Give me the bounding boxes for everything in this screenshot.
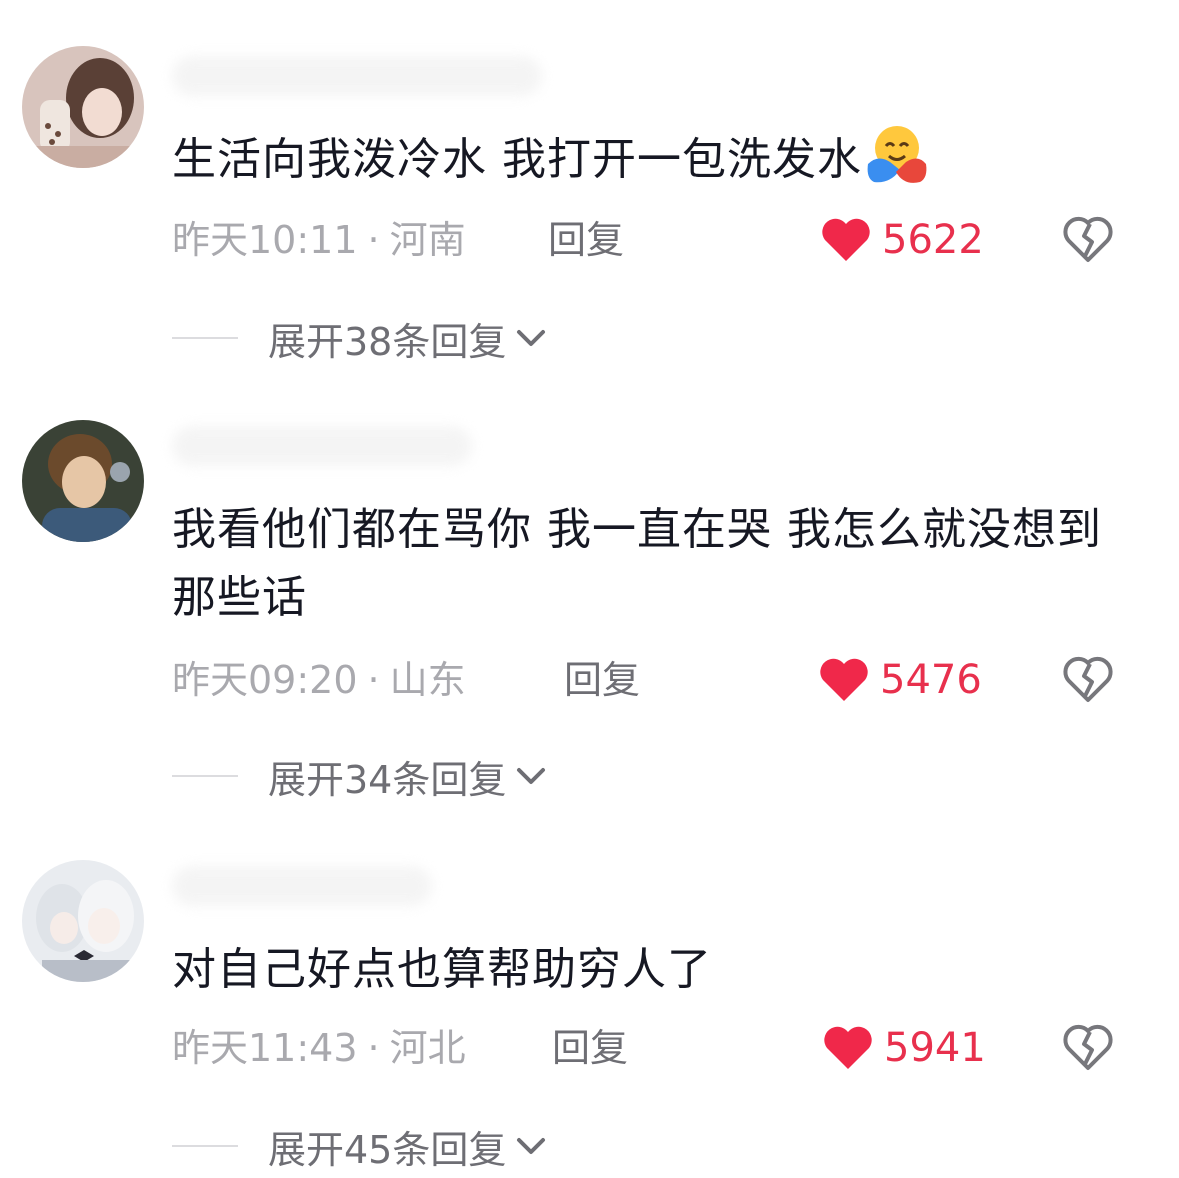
avatar[interactable] <box>22 46 144 168</box>
like-count: 5622 <box>882 217 984 263</box>
username[interactable] <box>172 426 472 466</box>
like-count: 5476 <box>880 657 982 703</box>
broken-heart-icon <box>1063 656 1113 702</box>
separator-dot: · <box>367 1026 380 1070</box>
separator-dot: · <box>367 218 380 262</box>
expand-replies[interactable]: 展开34条回复 <box>172 746 548 806</box>
comment-meta: 昨天11:43 · 河北 <box>172 1018 466 1078</box>
reply-button[interactable]: 回复 <box>564 650 640 710</box>
expand-replies-label: 展开45条回复 <box>268 1127 507 1172</box>
comment-text-content: 生活向我泼冷水 我打开一包洗发水 <box>172 134 862 185</box>
comment-location: 河北 <box>389 1026 466 1070</box>
expand-replies-label: 展开38条回复 <box>268 319 507 364</box>
hugging-face-emoji-icon <box>864 124 930 206</box>
comment-item: 对自己好点也算帮助穷人了 昨天11:43 · 河北 回复 5941 展开45条回复 <box>0 840 1179 1178</box>
avatar[interactable] <box>22 420 144 542</box>
expand-replies[interactable]: 展开38条回复 <box>172 308 548 368</box>
chevron-down-icon <box>517 768 546 784</box>
comment-meta: 昨天09:20 · 山东 <box>172 650 466 710</box>
dislike-button[interactable] <box>1060 212 1116 268</box>
reply-button[interactable]: 回复 <box>548 210 624 270</box>
expand-replies[interactable]: 展开45条回复 <box>172 1116 548 1176</box>
heart-icon <box>822 218 870 261</box>
comment-time: 昨天10:11 <box>172 218 358 262</box>
expand-replies-label: 展开34条回复 <box>268 757 507 802</box>
avatar[interactable] <box>22 860 144 982</box>
like-button[interactable]: 5476 <box>818 650 982 710</box>
comment-text: 生活向我泼冷水 我打开一包洗发水 <box>172 124 1132 206</box>
comment-location: 河南 <box>389 218 466 262</box>
chevron-down-icon <box>517 330 546 346</box>
username[interactable] <box>172 866 432 906</box>
broken-heart-icon <box>1063 216 1113 262</box>
like-button[interactable]: 5941 <box>822 1018 986 1078</box>
comment-text: 对自己好点也算帮助穷人了 <box>172 944 712 995</box>
avatar-image <box>22 860 144 982</box>
dislike-button[interactable] <box>1060 652 1116 708</box>
comment-text: 我看他们都在骂你 我一直在哭 我怎么就没想到那些话 <box>172 504 1102 623</box>
dislike-button[interactable] <box>1060 1020 1116 1076</box>
heart-icon <box>824 1026 872 1069</box>
chevron-down-icon <box>517 1138 546 1154</box>
comment-meta: 昨天10:11 · 河南 <box>172 210 466 270</box>
comment-time: 昨天11:43 <box>172 1026 358 1070</box>
broken-heart-icon <box>1063 1024 1113 1070</box>
comment-item: 生活向我泼冷水 我打开一包洗发水 昨天10:11 · 河南 回复 5622 展开38… <box>0 0 1179 380</box>
comment-item: 我看他们都在骂你 我一直在哭 我怎么就没想到那些话 昨天09:20 · 山东 回复 … <box>0 400 1179 820</box>
comment-location: 山东 <box>389 658 466 702</box>
like-count: 5941 <box>884 1025 986 1071</box>
divider-line <box>172 337 238 339</box>
username[interactable] <box>172 56 542 96</box>
like-button[interactable]: 5622 <box>820 210 984 270</box>
heart-icon <box>820 658 868 701</box>
separator-dot: · <box>367 658 380 702</box>
reply-button[interactable]: 回复 <box>552 1018 628 1078</box>
comment-time: 昨天09:20 <box>172 658 358 702</box>
divider-line <box>172 1145 238 1147</box>
avatar-image <box>22 420 144 542</box>
avatar-image <box>22 46 144 168</box>
divider-line <box>172 775 238 777</box>
